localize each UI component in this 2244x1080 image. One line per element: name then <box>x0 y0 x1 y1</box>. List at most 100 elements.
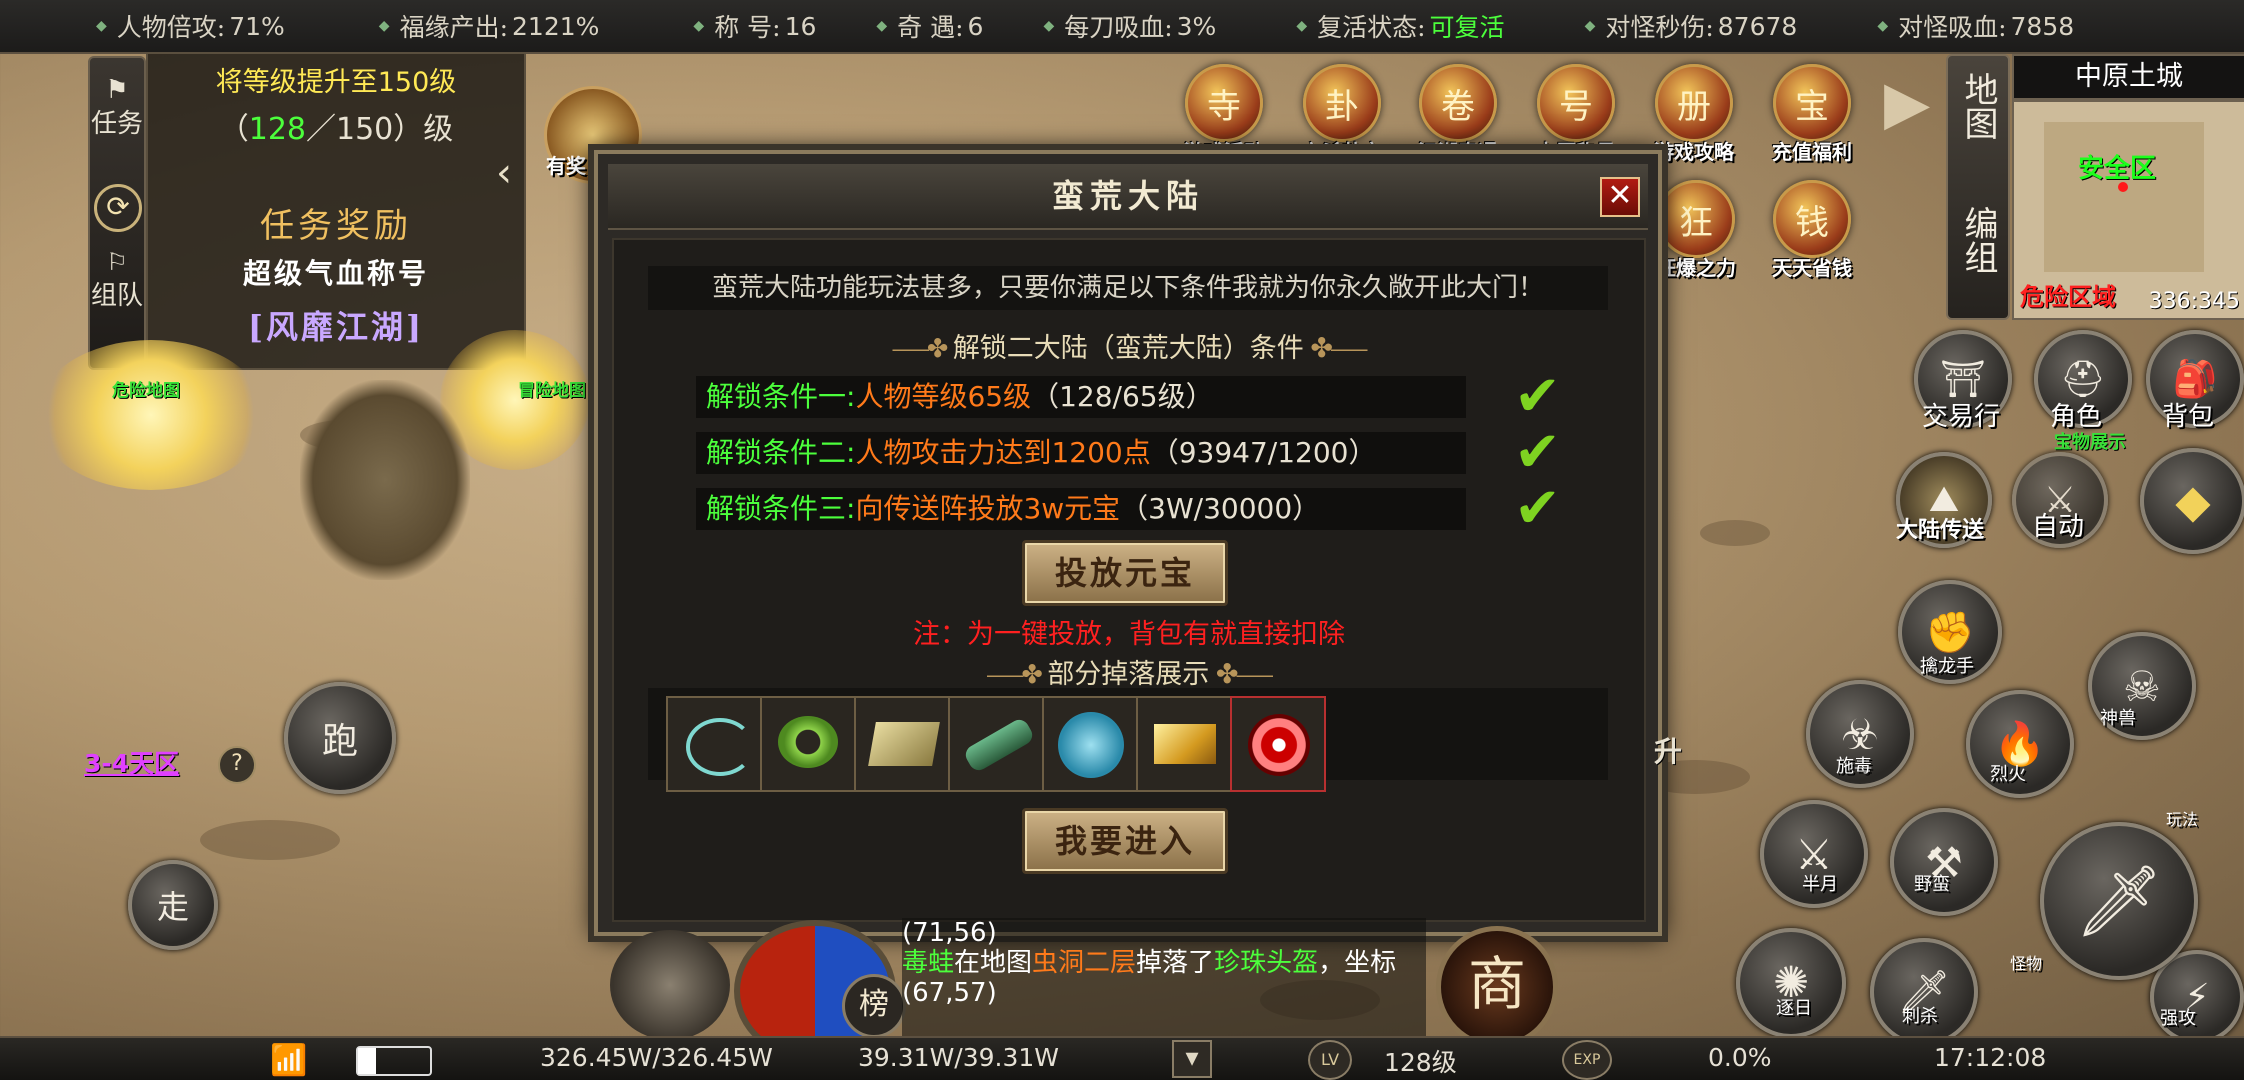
minimap[interactable]: 安全区 危险区域 336:345 <box>2012 100 2244 320</box>
stat-value: 7858 <box>2010 11 2075 41</box>
chat-line: (71,56) <box>902 918 997 948</box>
drop-slot-gold-bar[interactable] <box>1136 696 1232 792</box>
wifi-icon: 📶 <box>270 1043 308 1078</box>
auto-label: 自动 <box>2032 512 2085 542</box>
team-tab[interactable]: ⚐ 组队 <box>90 244 144 312</box>
run-button[interactable]: 跑 <box>284 682 396 794</box>
danger-zone-label: 危险区域 <box>2020 283 2116 311</box>
feature-icon-button[interactable]: 狂狂爆之力 <box>1650 180 1742 292</box>
drop-slot-scroll[interactable] <box>948 696 1044 792</box>
stat-item: ◆ 福缘产出: 2121% <box>285 8 600 44</box>
book-icon <box>868 722 940 766</box>
stat-label: 对怪秒伤: <box>1605 13 1714 42</box>
feature-emblem-icon: 卷 <box>1419 64 1497 142</box>
stat-item: ◆ 每刀吸血: 3% <box>983 8 1216 44</box>
zone-link[interactable]: 3-4天区 <box>84 744 179 780</box>
diamond-icon: ◆ <box>1043 18 1055 34</box>
ornament-icon: ✤⎯⎯⎯ <box>1209 659 1273 690</box>
stat-value: 2121% <box>512 11 600 41</box>
danger-map-label: 危险地图 <box>112 381 180 401</box>
drop-slot-whip[interactable] <box>666 696 762 792</box>
stat-value: 16 <box>784 11 817 41</box>
level-value: 128级 <box>1384 1048 1457 1077</box>
map-tab[interactable]: 地图 <box>1948 72 2008 150</box>
skill-label: 施毒 <box>1836 756 1872 777</box>
collapse-arrow-icon[interactable]: ‹ <box>496 150 516 250</box>
safe-zone-label: 安全区 <box>2078 154 2157 184</box>
reward-title: 任务奖励 <box>260 206 412 246</box>
skill-label: 刺杀 <box>1902 1006 1938 1027</box>
rank-button[interactable]: 榜 <box>842 974 906 1038</box>
skill-label: 烈火 <box>1990 764 2026 785</box>
chat-log[interactable]: (71,56) 毒蛙在地图虫洞二层掉落了珍珠头盔，坐标 (67,57) <box>902 918 1426 1036</box>
deposit-ingot-button[interactable]: 投放元宝 <box>1022 540 1228 606</box>
quest-panel[interactable]: 将等级提升至150级 （128／150）级 任务奖励 超级气血称号 [风靡江湖] <box>146 52 526 370</box>
reward-item: 超级气血称号 <box>242 257 429 290</box>
bottom-status-bar: 📶 326.45W/326.45W 39.31W/39.31W ▾ LV 128… <box>0 1036 2244 1080</box>
checkmark-icon: ✔ <box>1514 420 1561 485</box>
shop-button[interactable]: 商 <box>1436 926 1558 1048</box>
ornament-icon: ⎯⎯⎯✤ <box>986 659 1048 690</box>
continent-unlock-dialog: 蛮荒大陆 ✕ 蛮荒大陆功能玩法甚多，只要你满足以下条件我就为你永久敞开此大门！ … <box>594 150 1662 936</box>
drop-slot-bracelet[interactable] <box>760 696 856 792</box>
stat-label: 对怪吸血: <box>1898 13 2007 42</box>
bracelet-icon <box>778 716 838 768</box>
drop-slot-umbrella[interactable] <box>1042 696 1138 792</box>
attack-button[interactable]: 🗡 <box>2040 822 2198 980</box>
team-icon: ⚐ <box>106 248 128 276</box>
ornament-icon: ⎯⎯⎯✤ <box>892 333 953 364</box>
close-button[interactable]: ✕ <box>1600 177 1640 217</box>
stat-label: 人物倍攻: <box>116 13 226 42</box>
drop-showcase <box>648 688 1608 792</box>
unlock-section-title: ⎯⎯⎯✤ 解锁二大陆（蛮荒大陆）条件 ✤⎯⎯⎯ <box>892 333 1367 364</box>
checkmark-icon: ✔ <box>1514 476 1561 541</box>
stat-label: 福缘产出: <box>399 13 509 42</box>
diamond-icon: ◆ <box>876 18 888 34</box>
skill-label: 强攻 <box>2160 1008 2196 1029</box>
ornament-icon: ✤⎯⎯⎯ <box>1303 333 1367 364</box>
skill-button[interactable]: ⚒ <box>1890 808 1998 916</box>
walk-button[interactable]: 走 <box>128 860 218 950</box>
coordinates: 336:345 <box>2148 289 2240 314</box>
stat-value: 3% <box>1176 11 1217 41</box>
stat-value: 可复活 <box>1429 13 1505 42</box>
skill-label: 神兽 <box>2100 708 2136 729</box>
level-up-label: 升 <box>1654 735 1683 768</box>
feature-icon-button[interactable]: 宝充值福利 <box>1766 64 1858 176</box>
stat-value: 6 <box>967 11 984 41</box>
adventure-map-label: 冒险地图 <box>518 381 586 401</box>
help-icon[interactable]: ? <box>218 746 256 784</box>
skill-button[interactable]: 🗡 <box>1870 938 1978 1046</box>
group-tab[interactable]: 编组 <box>1948 206 2008 284</box>
reward-title-name: [风靡江湖] <box>247 308 425 346</box>
expand-arrow-icon[interactable]: ▶ <box>1884 68 1930 138</box>
skill-button[interactable]: ✺ <box>1736 928 1846 1038</box>
stat-item: ◆ 人物倍攻: 71% <box>0 8 285 44</box>
gold-bar-icon <box>1154 724 1216 764</box>
enter-button[interactable]: 我要进入 <box>1022 808 1228 874</box>
feature-icon-button[interactable]: 钱天天省钱 <box>1766 180 1858 292</box>
continent-teleport-label: 大陆传送 <box>1896 517 1985 543</box>
feature-emblem-icon: 寺 <box>1185 64 1263 142</box>
stat-item: ◆ 复活状态: 可复活 <box>1216 8 1504 44</box>
menu-diamond-icon[interactable]: ◆ <box>2140 448 2244 554</box>
drop-slot-eye[interactable] <box>1230 696 1326 792</box>
battery-icon <box>356 1046 432 1076</box>
refresh-icon[interactable]: ⟳ <box>94 184 142 232</box>
drops-section-title: ⎯⎯⎯✤ 部分掉落展示 ✤⎯⎯⎯ <box>986 659 1273 690</box>
stat-label: 奇 遇: <box>897 13 964 42</box>
chevron-down-icon[interactable]: ▾ <box>1172 1040 1212 1078</box>
drop-slot-book[interactable] <box>854 696 950 792</box>
umbrella-icon <box>1058 712 1124 778</box>
diamond-icon: ◆ <box>1877 18 1889 34</box>
minimap-title: 中原土城 <box>2012 54 2244 100</box>
dialog-body: 蛮荒大陆功能玩法甚多，只要你满足以下条件我就为你永久敞开此大门！ ⎯⎯⎯✤ 解锁… <box>612 238 1646 922</box>
quest-goal: 将等级提升至150级 <box>215 67 457 98</box>
whip-icon <box>686 718 754 776</box>
trade-label: 交易行 <box>1922 402 2001 432</box>
chat-line: 毒蛙在地图虫洞二层掉落了珍珠头盔，坐标 <box>902 948 1397 978</box>
portal-left[interactable] <box>36 340 266 490</box>
dialog-header: 蛮荒大陆 ✕ <box>608 164 1648 230</box>
skill-label: 半月 <box>1802 874 1838 895</box>
task-tab[interactable]: ⚑ 任务 <box>90 72 144 140</box>
